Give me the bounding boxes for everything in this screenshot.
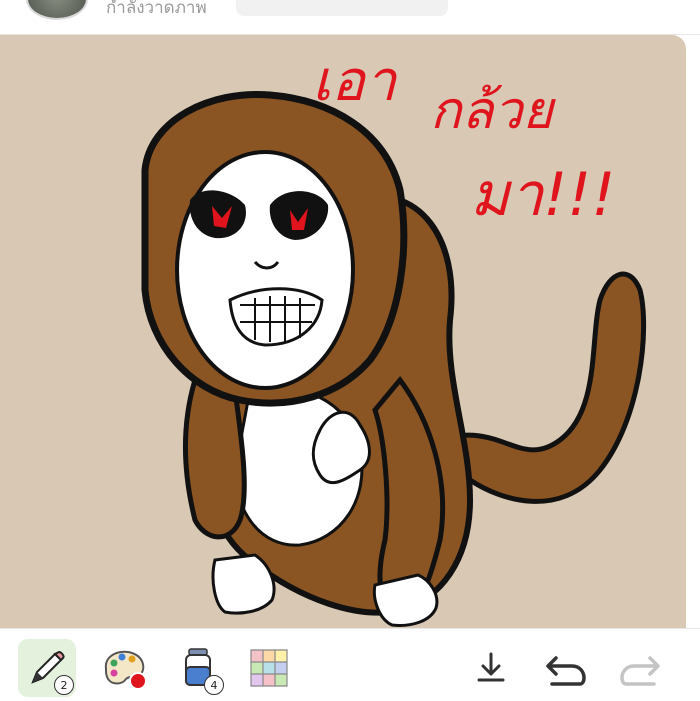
- undo-button[interactable]: [536, 639, 594, 697]
- drawing-text-line2: กล้วย: [430, 81, 557, 141]
- top-bar: กำลังวาดภาพ: [0, 0, 700, 35]
- download-button[interactable]: [462, 639, 520, 697]
- drawing-artwork: เอา กล้วย มา!!!: [141, 49, 647, 627]
- drawing-canvas[interactable]: เอา กล้วย มา!!!: [0, 35, 686, 628]
- monkey-right-foot: [372, 573, 439, 627]
- grid-icon: [250, 649, 288, 687]
- drawing-toolbar: 2 4: [0, 628, 700, 701]
- monkey-left-foot: [211, 553, 276, 615]
- download-icon: [477, 652, 505, 682]
- drawing-status-text: กำลังวาดภาพ: [106, 0, 207, 18]
- canvas-scrollbar[interactable]: [686, 35, 700, 628]
- pencil-size-badge: 2: [54, 675, 74, 695]
- drawing-text-line3: มา!!!: [470, 160, 615, 230]
- title-input[interactable]: [236, 0, 448, 16]
- bucket-tool-button[interactable]: 4: [170, 639, 228, 697]
- bucket-count-badge: 4: [204, 675, 224, 695]
- palette-icon: [104, 650, 147, 690]
- pencil-tool-button[interactable]: 2: [18, 639, 76, 697]
- palette-tool-button[interactable]: [96, 639, 154, 697]
- redo-button[interactable]: [612, 639, 670, 697]
- redo-icon: [620, 656, 660, 686]
- undo-icon: [546, 656, 586, 686]
- grid-tool-button[interactable]: [240, 639, 298, 697]
- monkey-left-arm: [183, 376, 247, 540]
- avatar[interactable]: [26, 0, 88, 20]
- monkey-face: [175, 150, 355, 390]
- drawing-text-line1: เอา: [312, 49, 398, 114]
